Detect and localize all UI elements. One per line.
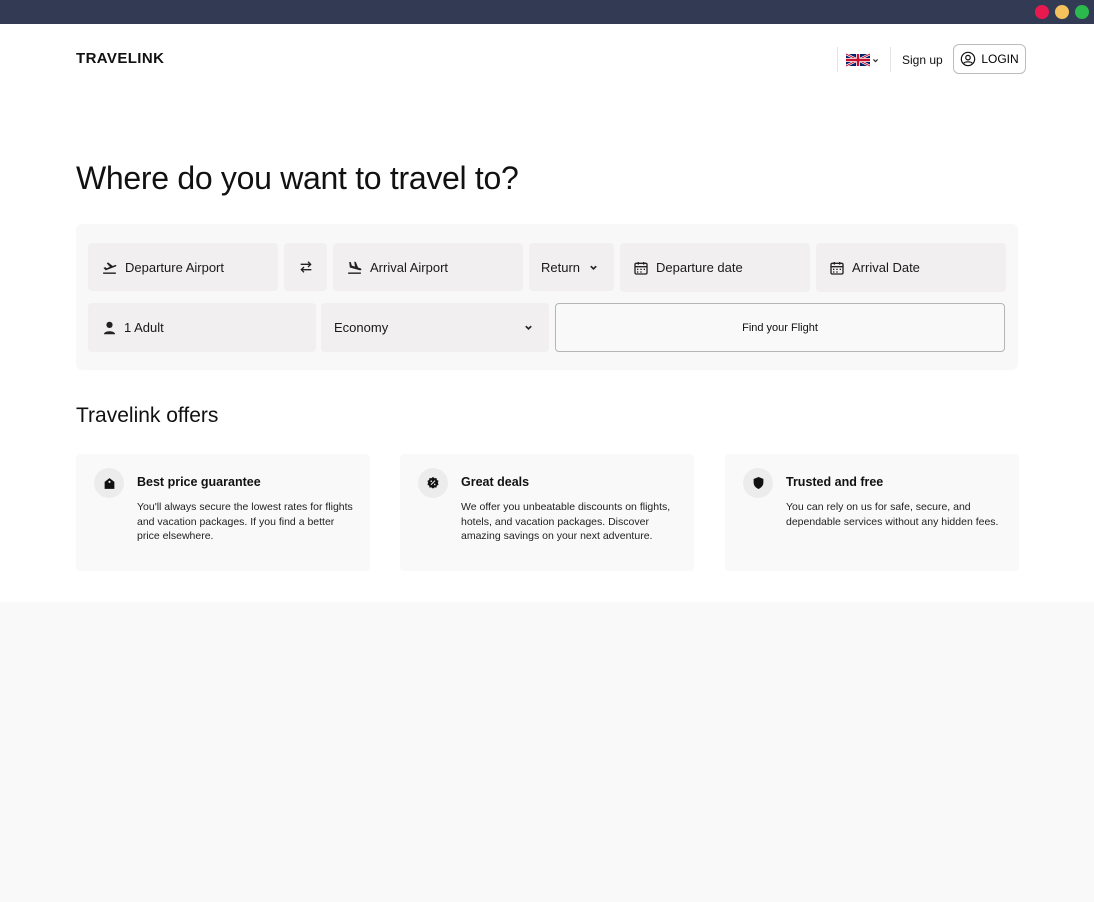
offer-description: We offer you unbeatable discounts on fli…	[461, 501, 671, 542]
offer-title: Great deals	[461, 475, 530, 489]
trip-type-value: Return	[541, 259, 581, 275]
page-footer-area	[0, 602, 1094, 902]
shield-icon	[743, 468, 773, 498]
calendar-icon	[830, 261, 844, 275]
passengers-field[interactable]: 1 Adult	[88, 303, 316, 352]
window-minimize-button[interactable]	[1055, 5, 1069, 19]
offer-title: Trusted and free	[786, 475, 884, 489]
window-close-button[interactable]	[1035, 5, 1049, 19]
offers-section-title: Travelink offers	[76, 404, 219, 427]
cabin-class-select[interactable]: Economy	[321, 303, 549, 352]
offer-description: You'll always secure the lowest rates fo…	[137, 501, 353, 542]
language-selector[interactable]	[846, 51, 882, 69]
cabin-class-value: Economy	[334, 320, 389, 335]
nav-divider	[837, 47, 838, 72]
arrival-date-field[interactable]: Arrival Date	[816, 243, 1006, 292]
discount-badge-icon	[418, 468, 448, 498]
arrival-airport-label: Arrival Airport	[370, 259, 449, 275]
passengers-value: 1 Adult	[124, 320, 164, 335]
chevron-down-icon	[525, 325, 532, 330]
arrival-airport-field[interactable]: Arrival Airport	[333, 243, 523, 291]
offer-card-trusted: Trusted and free You can rely on us for …	[725, 454, 1019, 571]
nav-divider	[890, 47, 891, 72]
swap-arrows-icon	[299, 261, 312, 273]
plane-landing-icon	[348, 261, 362, 274]
user-circle-icon	[961, 51, 976, 67]
chevron-down-icon	[590, 265, 597, 270]
window-maximize-button[interactable]	[1075, 5, 1089, 19]
uk-flag-icon	[846, 53, 870, 67]
login-label: LOGIN	[981, 52, 1019, 66]
offer-card-best-price: Best price guarantee You'll always secur…	[76, 454, 370, 571]
calendar-icon	[634, 261, 648, 275]
departure-date-label: Departure date	[656, 260, 743, 275]
price-tag-icon	[94, 468, 124, 498]
signup-link[interactable]: Sign up	[902, 53, 943, 67]
login-button[interactable]: LOGIN	[953, 44, 1026, 74]
swap-airports-button[interactable]	[284, 243, 327, 291]
trip-type-select[interactable]: Return	[529, 243, 614, 291]
arrival-date-label: Arrival Date	[852, 260, 920, 275]
brand-logo[interactable]: TRAVELINK	[76, 50, 164, 67]
offer-description: You can rely on us for safe, secure, and…	[786, 501, 999, 528]
chevron-down-icon	[873, 58, 878, 62]
window-title-bar	[0, 0, 1094, 24]
departure-airport-label: Departure Airport	[125, 259, 224, 275]
departure-airport-field[interactable]: Departure Airport	[88, 243, 278, 291]
offer-title: Best price guarantee	[137, 475, 261, 489]
find-flight-button[interactable]: Find your Flight	[555, 303, 1005, 352]
departure-date-field[interactable]: Departure date	[620, 243, 810, 292]
page-title: Where do you want to travel to?	[76, 160, 519, 196]
plane-takeoff-icon	[103, 262, 117, 274]
person-icon	[103, 321, 116, 334]
find-flight-label: Find your Flight	[742, 321, 818, 334]
offer-card-great-deals: Great deals We offer you unbeatable disc…	[400, 454, 694, 571]
